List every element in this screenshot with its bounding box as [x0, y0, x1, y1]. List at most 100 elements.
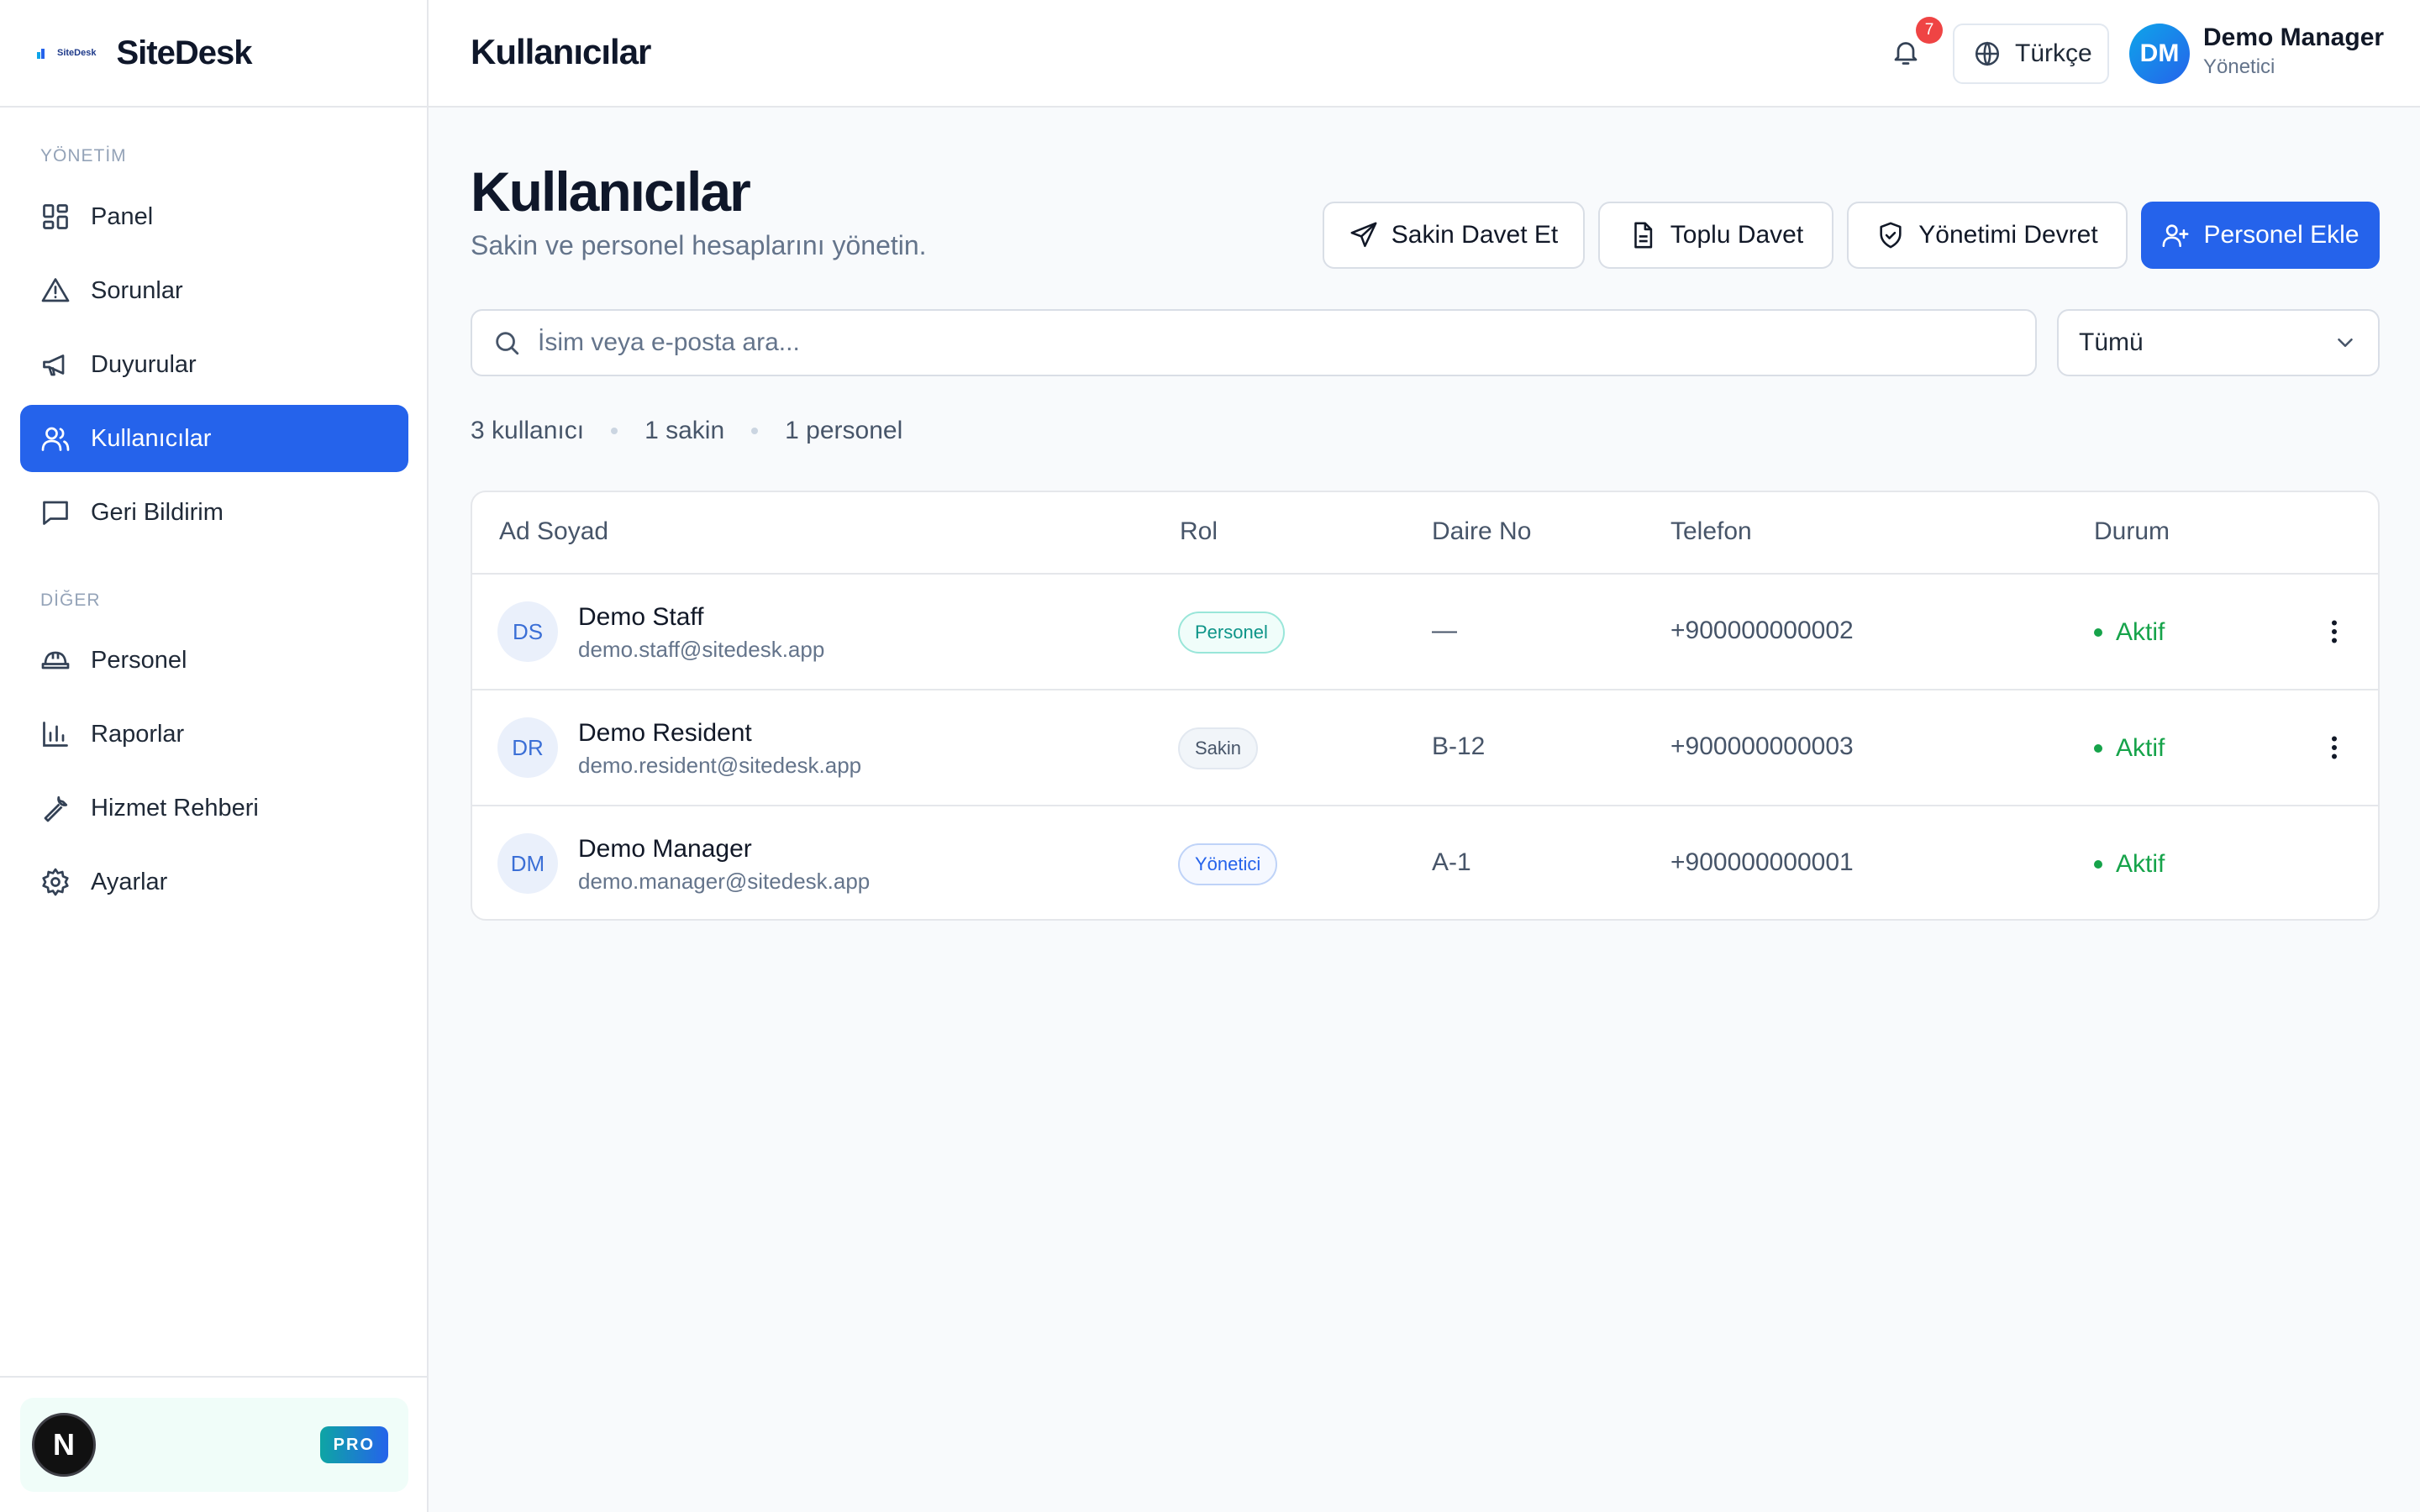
row-apartment: B-12	[1432, 732, 1486, 760]
sidebar-item-service-guide[interactable]: Hizmet Rehberi	[20, 774, 408, 842]
status-dot	[2094, 628, 2102, 637]
shield-check-icon	[1880, 222, 1902, 249]
status-dot	[2094, 744, 2102, 753]
dashboard-icon	[43, 204, 68, 229]
user-counts: 3 kullanıcı 1 sakin 1 personel	[471, 417, 902, 445]
sidebar-item-reports[interactable]: Raporlar	[20, 701, 408, 768]
more-options-icon[interactable]	[2319, 617, 2349, 647]
search-box	[471, 309, 2037, 376]
transfer-management-button[interactable]: Yönetimi Devret	[1847, 202, 2128, 269]
add-staff-label: Personel Ekle	[2203, 221, 2360, 249]
status-label: Aktif	[2116, 734, 2165, 762]
status-badge: Aktif	[2094, 850, 2165, 879]
row-name: Demo Resident	[578, 719, 752, 747]
brand-logo: SiteDesk	[37, 47, 96, 59]
invite-resident-button[interactable]: Sakin Davet Et	[1323, 202, 1585, 269]
chevron-down-icon	[2338, 339, 2353, 347]
invite-resident-label: Sakin Davet Et	[1391, 221, 1559, 249]
send-icon	[1350, 222, 1377, 248]
table-row[interactable]: DR Demo Resident demo.resident@sitedesk.…	[472, 689, 2378, 805]
logo-icon	[37, 49, 45, 59]
page-title: Kullanıcılar	[471, 160, 751, 223]
more-options-icon[interactable]	[2319, 732, 2349, 763]
column-header-apartment[interactable]: Daire No	[1432, 517, 1531, 546]
transfer-management-label: Yönetimi Devret	[1918, 221, 2098, 249]
column-header-phone[interactable]: Telefon	[1670, 517, 1752, 546]
brand-name: SiteDesk	[116, 34, 252, 71]
column-header-name[interactable]: Ad Soyad	[499, 517, 608, 546]
sidebar-footer: N PRO	[0, 1376, 427, 1512]
user-name[interactable]: Demo Manager	[2203, 24, 2384, 52]
user-role: Yönetici	[2203, 55, 2275, 78]
row-email: demo.staff@sitedesk.app	[578, 637, 825, 662]
bulk-invite-label: Toplu Davet	[1670, 221, 1804, 249]
pro-badge: PRO	[319, 1426, 388, 1463]
globe-icon	[1975, 41, 2000, 66]
sidebar-item-settings[interactable]: Ayarlar	[20, 848, 408, 916]
hardhat-icon	[41, 651, 70, 669]
row-avatar: DM	[497, 833, 558, 894]
column-header-role[interactable]: Rol	[1180, 517, 1218, 546]
total-count: 3 kullanıcı	[471, 417, 585, 444]
notification-badge: 7	[1916, 17, 1943, 44]
nav-section-management: YÖNETİM	[40, 146, 127, 165]
role-filter-select[interactable]: Tümü	[2057, 309, 2380, 376]
role-badge: Sakin	[1178, 727, 1259, 769]
separator-dot	[611, 428, 618, 434]
status-dot	[2094, 860, 2102, 869]
status-label: Aktif	[2116, 618, 2165, 646]
header-title: Kullanıcılar	[471, 32, 651, 71]
users-icon	[41, 427, 70, 451]
pro-card: N PRO	[20, 1398, 408, 1492]
row-email: demo.manager@sitedesk.app	[578, 869, 871, 894]
sidebar-item-label: Duyurular	[91, 350, 197, 378]
search-icon	[496, 332, 519, 355]
bell-icon[interactable]	[1891, 37, 1921, 67]
row-apartment: —	[1432, 617, 1457, 644]
top-bar: Kullanıcılar 7 Türkçe DM Demo Manager Yö…	[429, 0, 2420, 108]
staff-count: 1 personel	[785, 417, 903, 444]
status-label: Aktif	[2116, 850, 2165, 878]
sidebar-item-issues[interactable]: Sorunlar	[20, 257, 408, 324]
bar-chart-icon	[43, 722, 68, 747]
row-avatar: DR	[497, 717, 558, 778]
nav-section-other: DİĞER	[40, 591, 101, 610]
row-email: demo.resident@sitedesk.app	[578, 753, 862, 778]
row-phone: +900000000001	[1670, 848, 1854, 876]
gear-icon	[42, 868, 69, 896]
sidebar-item-announcements[interactable]: Duyurular	[20, 331, 408, 398]
table-row[interactable]: DM Demo Manager demo.manager@sitedesk.ap…	[472, 805, 2378, 919]
workspace-avatar[interactable]: N	[32, 1413, 96, 1477]
table-row[interactable]: DS Demo Staff demo.staff@sitedesk.app Pe…	[472, 573, 2378, 689]
warning-icon	[41, 278, 70, 302]
sidebar: SiteDesk SiteDesk YÖNETİM Panel Sorunlar…	[0, 0, 429, 1512]
message-icon	[43, 501, 68, 525]
row-apartment: A-1	[1432, 848, 1471, 876]
user-avatar[interactable]: DM	[2129, 24, 2190, 84]
resident-count: 1 sakin	[644, 417, 725, 444]
role-badge: Yönetici	[1178, 843, 1278, 885]
bulk-invite-button[interactable]: Toplu Davet	[1598, 202, 1833, 269]
sidebar-item-label: Raporlar	[91, 720, 185, 748]
sidebar-item-panel[interactable]: Panel	[20, 183, 408, 250]
column-header-status[interactable]: Durum	[2094, 517, 2170, 546]
row-name: Demo Manager	[578, 835, 752, 863]
language-button[interactable]: Türkçe	[1953, 24, 2109, 84]
row-phone: +900000000003	[1670, 732, 1854, 760]
file-icon	[1634, 222, 1652, 249]
status-badge: Aktif	[2094, 734, 2165, 763]
sidebar-item-label: Geri Bildirim	[91, 498, 224, 526]
row-name: Demo Staff	[578, 603, 704, 631]
sidebar-item-label: Panel	[91, 202, 154, 230]
role-filter-value: Tümü	[2079, 328, 2144, 356]
user-plus-icon	[2162, 224, 2189, 248]
sidebar-item-label: Hizmet Rehberi	[91, 794, 259, 822]
row-avatar: DS	[497, 601, 558, 662]
add-staff-button[interactable]: Personel Ekle	[2141, 202, 2380, 269]
search-input[interactable]	[538, 328, 1966, 357]
sidebar-item-feedback[interactable]: Geri Bildirim	[20, 479, 408, 546]
sidebar-item-label: Ayarlar	[91, 868, 168, 895]
brand-logo-text: SiteDesk	[57, 48, 97, 58]
sidebar-item-staff[interactable]: Personel	[20, 627, 408, 694]
sidebar-item-users[interactable]: Kullanıcılar	[20, 405, 408, 472]
